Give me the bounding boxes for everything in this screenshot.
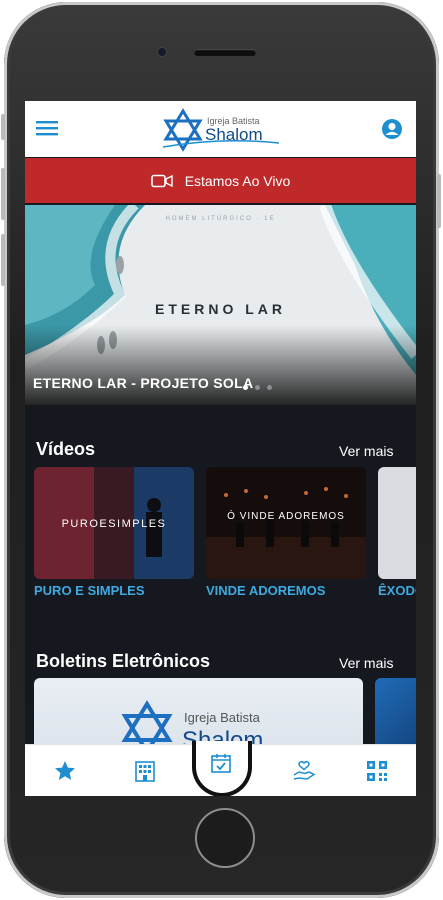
mute-switch: [1, 114, 5, 140]
building-icon[interactable]: [133, 759, 157, 783]
app-header: Igreja Batista Shalom: [25, 101, 416, 157]
video-label[interactable]: VINDE ADOREMOS: [206, 583, 325, 598]
svg-text:PUROESIMPLES: PUROESIMPLES: [62, 518, 167, 530]
bulletins-section-title: Boletins Eletrônicos: [36, 651, 211, 671]
star-icon[interactable]: [53, 759, 77, 783]
carousel-dot[interactable]: [243, 385, 248, 390]
carousel-dot[interactable]: [267, 385, 272, 390]
video-camera-icon: [150, 174, 173, 187]
live-stream-button[interactable]: Estamos Ao Vivo: [25, 158, 416, 203]
hand-heart-icon[interactable]: [292, 759, 316, 783]
videos-section-title: Vídeos: [36, 439, 96, 459]
calendar-check-icon[interactable]: [209, 751, 233, 775]
user-account-icon[interactable]: [381, 118, 403, 140]
earpiece-speaker: [194, 49, 256, 56]
hero-subtitle: HOMEM LITÚRGICO · 1E: [165, 216, 276, 222]
hero-title: ETERNO LAR: [155, 301, 286, 317]
videos-see-more-link[interactable]: Ver mais: [339, 443, 393, 459]
hero-caption: ETERNO LAR - PROJETO SOLA: [33, 375, 254, 391]
carousel-dot[interactable]: [255, 385, 260, 390]
power-button: [437, 174, 441, 228]
svg-text:Igreja Batista: Igreja Batista: [184, 710, 261, 725]
volume-up-button: [1, 168, 5, 220]
front-camera: [158, 48, 166, 56]
video-label[interactable]: ÊXODO: [378, 583, 416, 598]
volume-down-button: [1, 234, 5, 286]
video-label[interactable]: PURO E SIMPLES: [34, 583, 145, 598]
home-button[interactable]: [195, 808, 255, 868]
church-logo: Igreja Batista Shalom: [162, 108, 280, 152]
svg-text:Ó VINDE ADOREMOS: Ó VINDE ADOREMOS: [227, 509, 345, 522]
qr-code-icon[interactable]: [365, 759, 389, 783]
live-label: Estamos Ao Vivo: [184, 172, 291, 189]
hamburger-menu-icon[interactable]: [36, 120, 58, 136]
video-card-exodo[interactable]: [378, 467, 416, 579]
app-screen: Igreja Batista Shalom Estamos Ao Vivo HO…: [25, 101, 416, 796]
bulletins-see-more-link[interactable]: Ver mais: [339, 655, 393, 671]
carousel-dots: [243, 385, 272, 390]
video-card-vinde-adoremos[interactable]: Ó VINDE ADOREMOS: [206, 467, 366, 579]
video-card-puro-e-simples[interactable]: PUROESIMPLES: [34, 467, 194, 579]
svg-text:Shalom: Shalom: [205, 125, 263, 144]
